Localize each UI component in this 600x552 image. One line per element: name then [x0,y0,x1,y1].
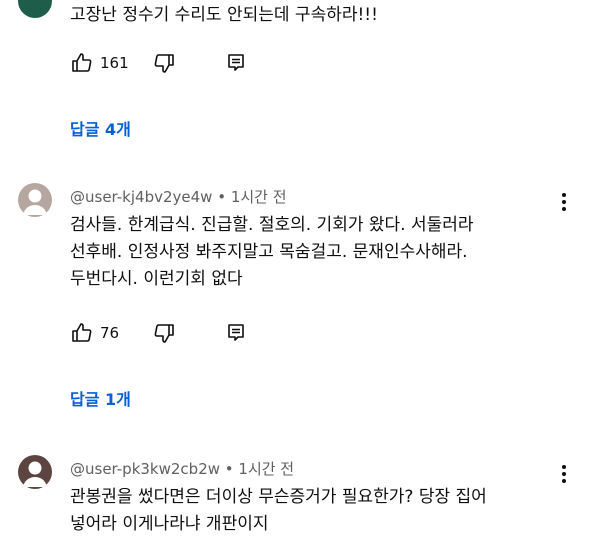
comment-meta: @user-pk3kw2cb2w • 1시간 전 [70,458,294,479]
default-avatar-icon [23,461,47,487]
more-vert-icon[interactable] [556,463,572,485]
avatar[interactable] [18,455,52,489]
comment-line: 관봉권을 썼다면은 더이상 무슨증거가 필요한가? 당장 집어 [70,487,487,507]
comment-item: @user-pk3kw2cb2w • 1시간 전 관봉권을 썼다면은 더이상 무… [0,0,600,552]
author-handle[interactable]: @user-pk3kw2cb2w [70,460,220,478]
comment-time: • 1시간 전 [224,460,295,478]
comment-text: 관봉권을 썼다면은 더이상 무슨증거가 필요한가? 당장 집어 넣어라 이게나라… [70,484,487,538]
comment-line: 넣어라 이게나라냐 개판이지 [70,514,269,534]
